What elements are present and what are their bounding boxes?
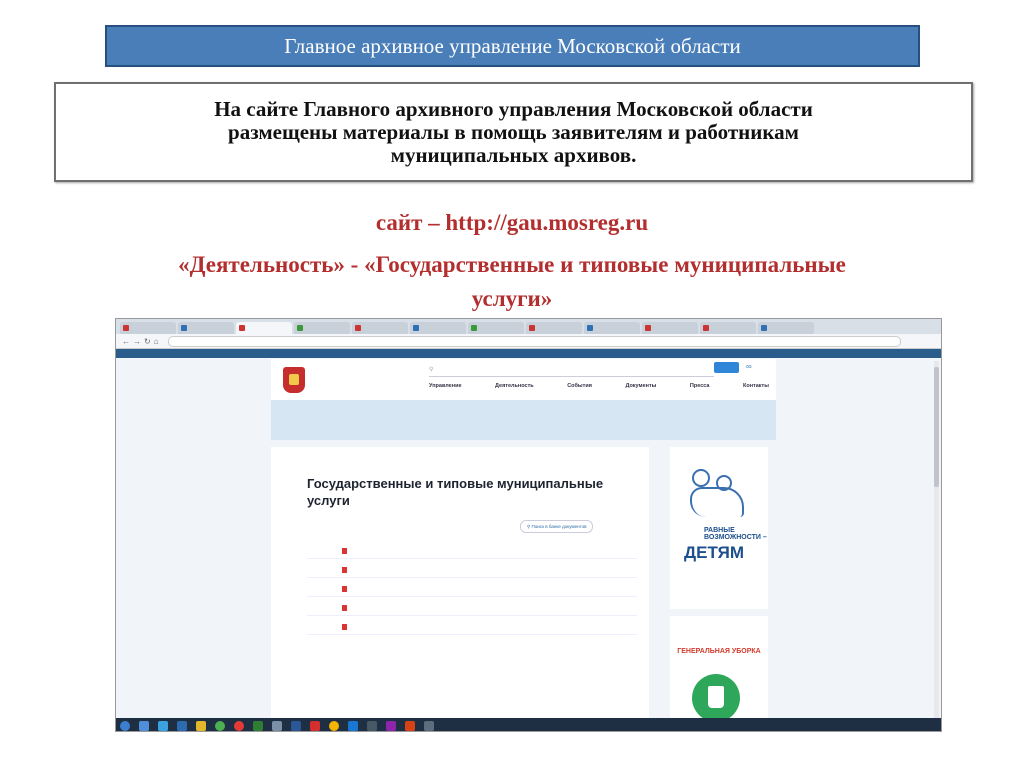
browser-tab-active[interactable] [236, 322, 292, 334]
tab-favicon-icon [239, 325, 245, 331]
pdf-icon [342, 624, 347, 630]
browser-tab[interactable] [758, 322, 814, 334]
taskbar-app-icon[interactable] [158, 720, 168, 731]
pdf-icon [342, 548, 347, 554]
general-cleaning-banner[interactable]: ГЕНЕРАЛЬНАЯ УБОРКА [670, 616, 768, 731]
info-line-2: размещены материалы в помощь заявителям … [228, 119, 799, 144]
list-item[interactable] [307, 547, 637, 559]
tab-favicon-icon [355, 325, 361, 331]
site-url-line: сайт – http://gau.mosreg.ru [375, 210, 649, 235]
taskbar-app-icon[interactable] [139, 720, 149, 731]
content-card: Государственные и типовые муниципальные … [271, 447, 649, 731]
list-item[interactable] [307, 623, 637, 635]
tab-favicon-icon [587, 325, 593, 331]
site-top-strip [116, 349, 941, 358]
accessibility-glasses-icon[interactable]: ∞ [746, 362, 752, 371]
search-docs-label: Поиск в банке документов [531, 524, 587, 529]
doc-date [307, 585, 342, 592]
info-box: На сайте Главного архивного управления М… [54, 82, 973, 182]
browser-tab[interactable] [526, 322, 582, 334]
powerpoint-icon[interactable] [405, 720, 415, 731]
browser-tab[interactable] [294, 322, 350, 334]
taskbar-app-icon[interactable] [367, 720, 377, 731]
search-docs-button[interactable]: ⚲ Поиск в банке документов [520, 520, 594, 533]
doc-date [307, 623, 342, 630]
pdf-icon [342, 586, 347, 592]
moscow-oblast-emblem-icon [283, 367, 305, 393]
banner2-title: ГЕНЕРАЛЬНАЯ УБОРКА [677, 648, 761, 655]
list-item[interactable] [307, 604, 637, 616]
recycle-bin-icon [692, 674, 740, 722]
browser-tab[interactable] [410, 322, 466, 334]
browser-tab[interactable] [584, 322, 640, 334]
doc-date [307, 547, 342, 554]
activity-line: «Деятельность» - «Государственные и типо… [178, 252, 846, 277]
announcement-banner[interactable] [271, 400, 776, 440]
equal-opportunities-banner[interactable]: РАВНЫЕ ВОЗМОЖНОСТИ – ДЕТЯМ [670, 447, 768, 609]
taskbar-app-icon[interactable] [424, 720, 434, 731]
tab-favicon-icon [645, 325, 651, 331]
info-line-1: На сайте Главного архивного управления М… [214, 96, 813, 121]
pdf-icon [342, 605, 347, 611]
list-item[interactable] [307, 585, 637, 597]
menu-item[interactable]: Контакты [743, 383, 769, 389]
list-item[interactable] [307, 566, 637, 578]
chrome-icon[interactable] [215, 720, 225, 731]
tab-favicon-icon [471, 325, 477, 331]
address-bar: ←→↻⌂ [116, 334, 941, 349]
tab-favicon-icon [123, 325, 129, 331]
banner-subtitle: РАВНЫЕ ВОЗМОЖНОСТИ – [704, 527, 767, 541]
pdf-icon [342, 567, 347, 573]
browser-tab[interactable] [700, 322, 756, 334]
start-button-icon[interactable] [120, 720, 130, 731]
opera-icon[interactable] [234, 720, 244, 731]
tab-favicon-icon [703, 325, 709, 331]
tab-favicon-icon [413, 325, 419, 331]
browser-tab[interactable] [352, 322, 408, 334]
yandex-browser-icon[interactable] [329, 720, 339, 731]
website-screenshot: ←→↻⌂ ⚲ ∞ Управление Деятельность События… [115, 318, 942, 732]
tab-favicon-icon [297, 325, 303, 331]
browser-tab[interactable] [178, 322, 234, 334]
doc-date [307, 566, 342, 573]
menu-item[interactable]: Пресса [690, 383, 710, 389]
browser-nav-icons[interactable]: ←→↻⌂ [122, 337, 162, 346]
menu-item[interactable]: События [567, 383, 592, 389]
taskbar-app-icon[interactable] [272, 720, 282, 731]
tab-favicon-icon [761, 325, 767, 331]
taskbar-app-icon[interactable] [177, 720, 187, 731]
children-illustration-icon [682, 469, 752, 529]
banner-title: ДЕТЯМ [684, 543, 744, 562]
windows-taskbar [116, 718, 941, 731]
taskbar-app-icon[interactable] [196, 720, 206, 731]
scrollbar[interactable] [934, 361, 939, 731]
search-icon: ⚲ [429, 367, 434, 373]
scrollbar-thumb[interactable] [934, 367, 939, 487]
word-icon[interactable] [291, 720, 301, 731]
browser-tab[interactable] [642, 322, 698, 334]
site-menu: Управление Деятельность События Документ… [429, 383, 769, 389]
find-button[interactable] [714, 362, 739, 373]
activity-line-2: услуги» [471, 286, 553, 311]
site-search-input[interactable]: ⚲ [429, 363, 714, 377]
site-header: ⚲ ∞ Управление Деятельность События Доку… [271, 359, 776, 401]
taskbar-app-icon[interactable] [386, 720, 396, 731]
browser-tab[interactable] [120, 322, 176, 334]
menu-item[interactable]: Документы [625, 383, 656, 389]
tab-favicon-icon [529, 325, 535, 331]
menu-item[interactable]: Управление [429, 383, 462, 389]
url-field[interactable] [167, 335, 901, 347]
menu-item[interactable]: Деятельность [495, 383, 534, 389]
excel-icon[interactable] [253, 720, 263, 731]
yandex-icon[interactable] [310, 720, 320, 731]
tab-favicon-icon [181, 325, 187, 331]
document-list [307, 547, 637, 642]
taskbar-app-icon[interactable] [348, 720, 358, 731]
doc-date [307, 604, 342, 611]
browser-tab-bar [116, 319, 941, 334]
browser-tab[interactable] [468, 322, 524, 334]
page-title: Государственные и типовые муниципальные … [307, 476, 604, 508]
slide-header: Главное архивное управление Московской о… [105, 25, 920, 67]
info-line-3: муниципальных архивов. [390, 142, 637, 167]
